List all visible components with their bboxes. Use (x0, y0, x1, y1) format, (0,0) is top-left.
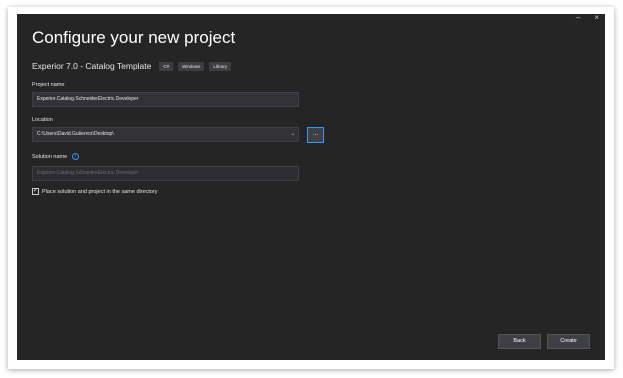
browse-button[interactable]: ... (307, 127, 324, 143)
page-title: Configure your new project (32, 28, 236, 47)
location-label: Location (32, 117, 53, 123)
solution-name-input: Experior.Catalog.SchneiderElectric.Devel… (32, 166, 299, 181)
back-button[interactable]: Back (498, 334, 541, 349)
tag-platform: Windows (178, 61, 205, 71)
same-directory-option[interactable]: ✓ Place solution and project in the same… (32, 188, 158, 195)
close-icon[interactable]: × (594, 14, 599, 22)
info-icon[interactable]: i (71, 153, 79, 160)
tag-language: C# (159, 61, 174, 71)
minimize-icon[interactable]: – (576, 14, 580, 22)
location-combobox[interactable]: C:\Users\David.Gutierrez\Desktop\ ⌄ (32, 127, 299, 142)
create-button[interactable]: Create (547, 334, 590, 349)
same-directory-checkbox[interactable]: ✓ (32, 188, 39, 195)
project-name-input[interactable]: Experior.Catalog.SchneiderElectric.Devel… (32, 92, 299, 107)
window-controls: – × (576, 14, 599, 22)
project-name-label: Project name (32, 82, 65, 88)
template-info: Experior 7.0 - Catalog Template C# Windo… (32, 61, 236, 71)
template-name: Experior 7.0 - Catalog Template (32, 61, 152, 71)
configure-project-dialog: – × Configure your new project Experior … (17, 14, 605, 360)
tag-project-type: Library (209, 61, 232, 71)
location-value: C:\Users\David.Gutierrez\Desktop\ (37, 131, 114, 137)
solution-name-label-row: Solution name i (32, 153, 79, 160)
solution-name-label: Solution name (32, 153, 68, 160)
same-directory-label: Place solution and project in the same d… (42, 188, 158, 195)
chevron-down-icon[interactable]: ⌄ (291, 128, 295, 141)
checkmark-icon: ✓ (33, 188, 39, 194)
